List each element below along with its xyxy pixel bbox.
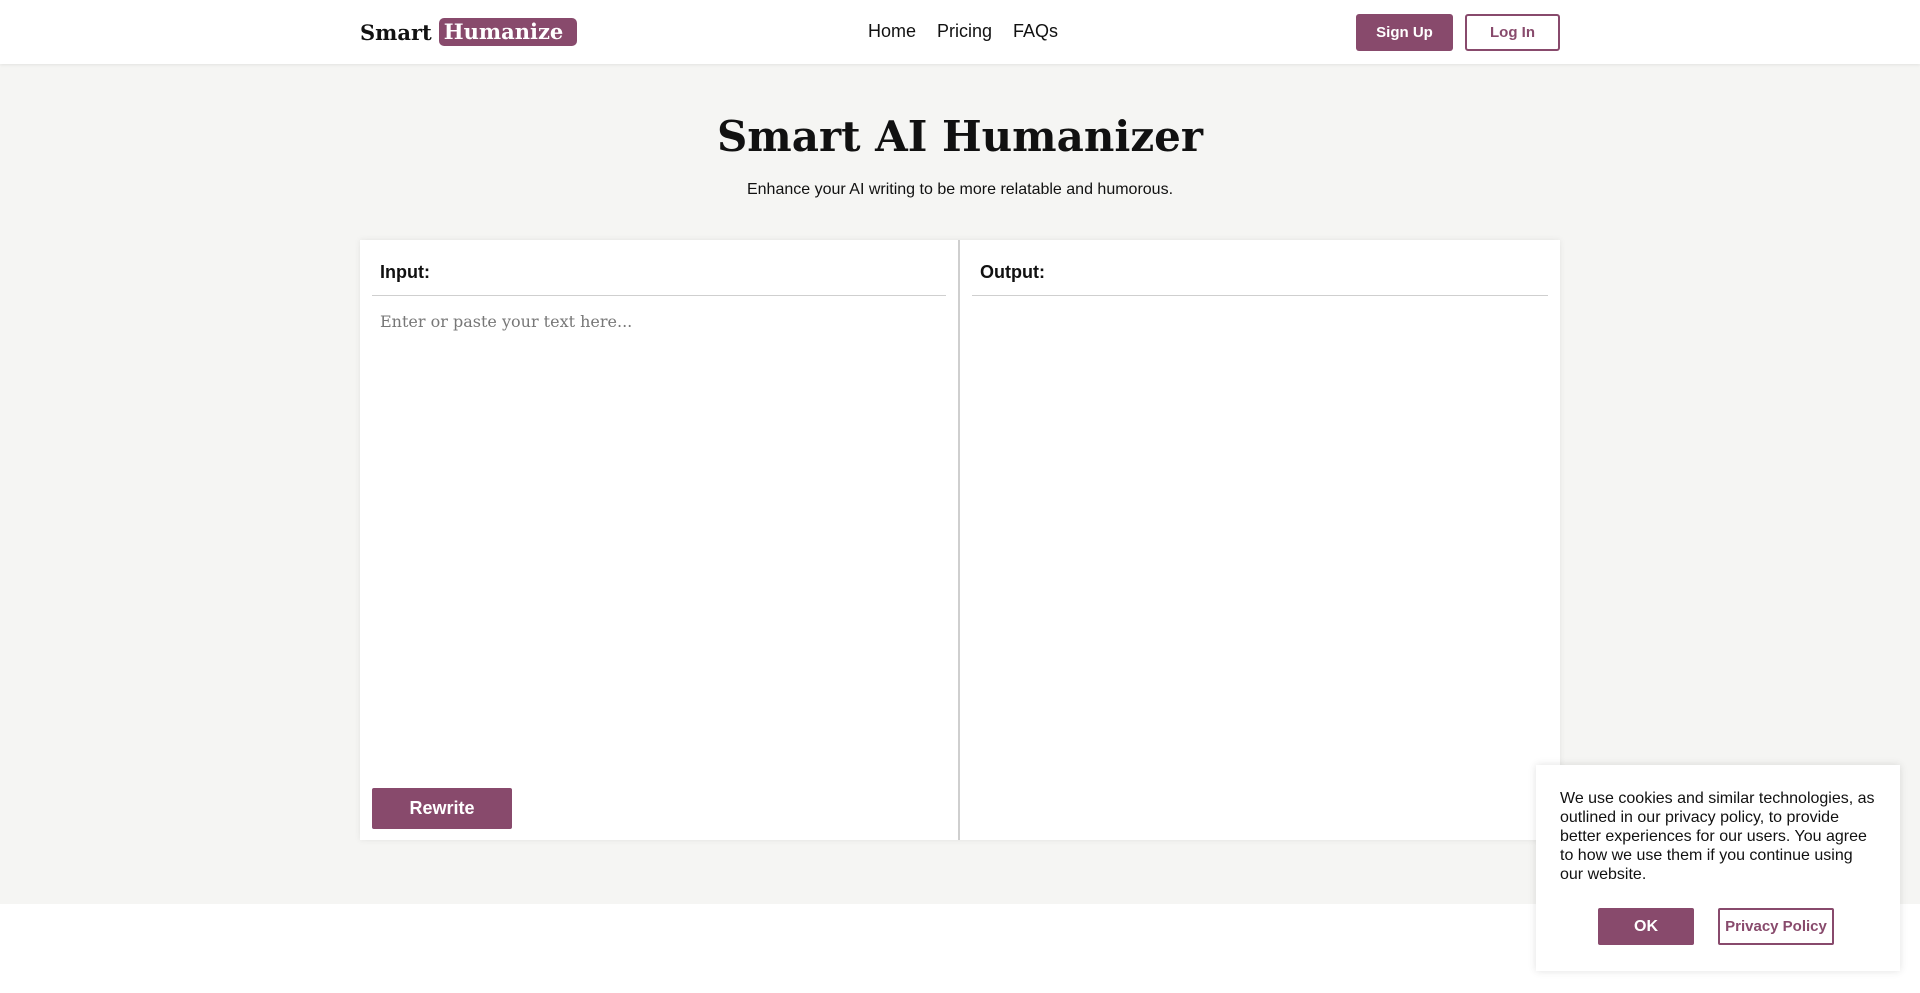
input-divider (372, 295, 946, 296)
input-label: Input: (380, 262, 430, 282)
output-pane: Output: (960, 240, 1560, 840)
logo[interactable]: Smart Humanize (360, 18, 578, 46)
sign-up-button[interactable]: Sign Up (1356, 14, 1453, 51)
output-text (972, 300, 1547, 820)
output-divider (972, 295, 1548, 296)
cookie-banner: We use cookies and similar technologies,… (1536, 765, 1900, 971)
input-textarea[interactable] (372, 300, 947, 710)
output-label: Output: (980, 262, 1045, 282)
nav-faqs-link[interactable]: FAQs (1013, 21, 1058, 42)
page-subtitle: Enhance your AI writing to be more relat… (746, 181, 1174, 198)
rewrite-button[interactable]: Rewrite (372, 788, 512, 829)
main-nav: Home Pricing FAQs (868, 21, 1058, 42)
cookie-text: We use cookies and similar technologies,… (1560, 790, 1875, 883)
privacy-policy-button[interactable]: Privacy Policy (1718, 908, 1834, 945)
cookie-ok-button[interactable]: OK (1598, 908, 1694, 945)
logo-highlight: Humanize (438, 18, 578, 46)
humanizer-editor: Input: Rewrite Output: (360, 240, 1560, 840)
log-in-button[interactable]: Log In (1465, 14, 1560, 51)
input-pane: Input: Rewrite (360, 240, 960, 840)
site-header: Smart Humanize Home Pricing FAQs Sign Up… (0, 0, 1920, 64)
nav-home-link[interactable]: Home (868, 21, 916, 42)
page-title: Smart AI Humanizer (716, 112, 1204, 161)
logo-word: Smart (360, 19, 432, 45)
nav-pricing-link[interactable]: Pricing (937, 21, 992, 42)
